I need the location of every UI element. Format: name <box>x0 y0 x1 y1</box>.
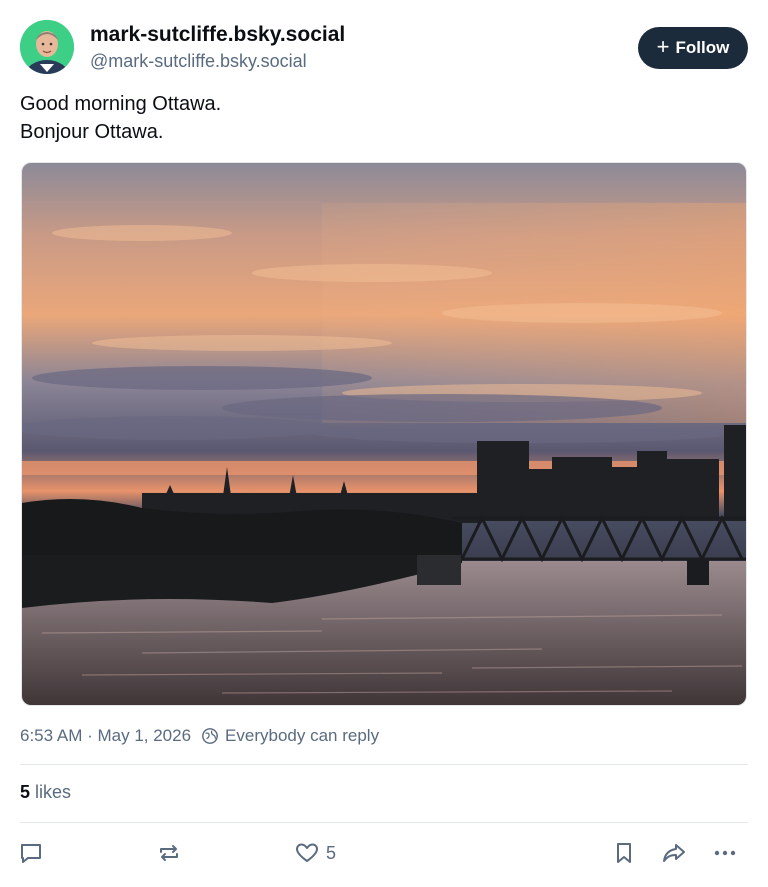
like-button[interactable]: 5 <box>294 838 336 868</box>
divider <box>20 764 748 765</box>
reply-button[interactable] <box>18 838 44 868</box>
reply-setting-label: Everybody can reply <box>225 726 380 745</box>
like-count: 5 <box>326 842 337 863</box>
follow-label: Follow <box>675 38 730 57</box>
bookmark-button[interactable] <box>611 838 637 868</box>
likes-summary[interactable]: 5 likes <box>20 782 71 803</box>
share-button[interactable] <box>661 838 687 868</box>
more-icon <box>714 850 736 856</box>
avatar[interactable] <box>20 20 74 74</box>
author-display-name[interactable]: mark-sutcliffe.bsky.social <box>90 22 345 48</box>
likes-count: 5 <box>20 782 31 802</box>
timestamp[interactable]: 6:53 AM · May 1, 2026 <box>20 726 191 746</box>
heart-icon <box>296 843 318 862</box>
post-header: mark-sutcliffe.bsky.social @mark-sutclif… <box>20 18 748 78</box>
post-text: Good morning Ottawa. Bonjour Ottawa. <box>20 90 221 146</box>
post-image[interactable] <box>21 162 747 706</box>
author-names: mark-sutcliffe.bsky.social @mark-sutclif… <box>90 22 345 74</box>
follow-button[interactable]: + Follow <box>638 27 748 69</box>
sunset-ottawa-photo-icon <box>22 163 746 705</box>
post-meta: 6:53 AM · May 1, 2026 Everybody can repl… <box>20 726 379 746</box>
globe-icon <box>202 728 218 744</box>
post-text-line: Good morning Ottawa. <box>20 93 222 115</box>
more-options-button[interactable] <box>712 838 738 868</box>
divider <box>20 822 748 823</box>
plus-icon: + <box>656 34 670 59</box>
repost-icon <box>160 845 178 861</box>
author-handle[interactable]: @mark-sutcliffe.bsky.social <box>90 48 345 74</box>
share-icon <box>663 844 685 862</box>
repost-button[interactable] <box>156 838 182 868</box>
action-bar: 5 <box>18 838 748 870</box>
likes-label: likes <box>35 782 72 802</box>
post-text-line: Bonjour Ottawa. <box>20 121 164 143</box>
avatar-photo-icon <box>20 20 74 74</box>
reply-setting: Everybody can reply <box>201 726 379 746</box>
bookmark-icon <box>617 843 631 863</box>
comment-icon <box>21 844 41 863</box>
